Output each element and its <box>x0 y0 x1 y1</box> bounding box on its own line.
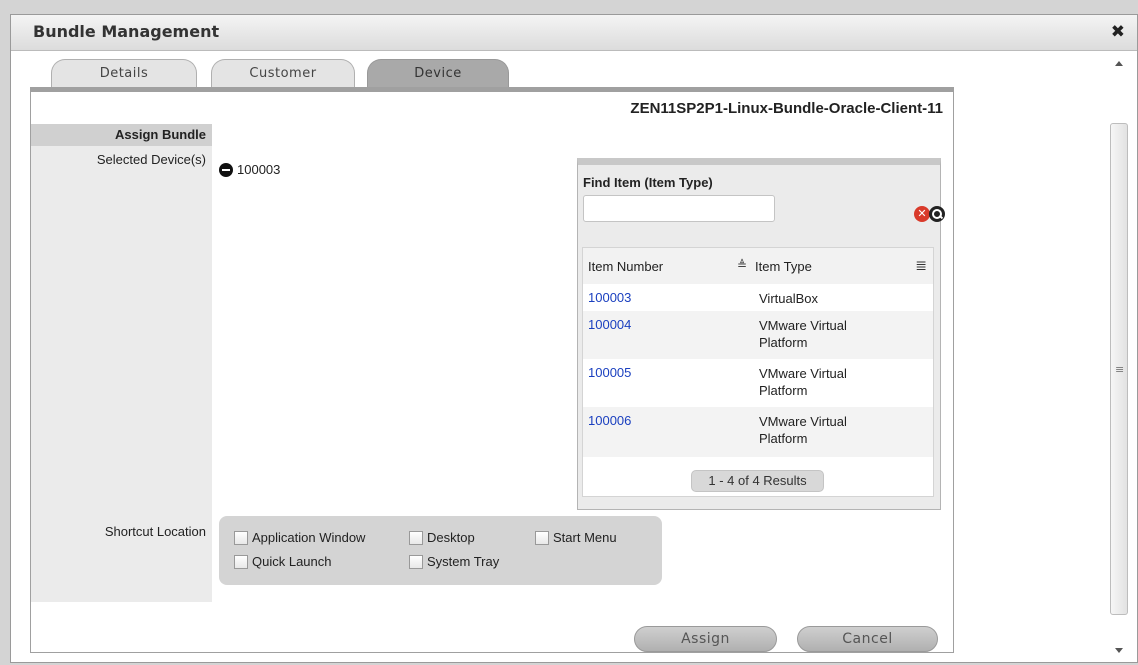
cancel-button[interactable]: Cancel <box>797 626 938 652</box>
option-quick-launch[interactable]: Quick Launch <box>234 554 332 569</box>
option-system-tray[interactable]: System Tray <box>409 554 499 569</box>
system-tray-checkbox[interactable] <box>409 554 423 569</box>
vertical-scrollbar[interactable]: ≡ <box>1109 59 1131 659</box>
table-row: 100003 VirtualBox <box>583 284 933 311</box>
bundle-management-dialog: Bundle Management ✖ Details Customer Dev… <box>10 14 1138 663</box>
device-tab-panel: ZEN11SP2P1-Linux-Bundle-Oracle-Client-11… <box>30 87 954 653</box>
search-icon[interactable] <box>929 206 945 222</box>
remove-device-icon[interactable] <box>219 162 233 177</box>
scroll-up-arrow-icon[interactable] <box>1115 61 1123 66</box>
item-results-table: Item Number ≜ Item Type ≣ 100003 Virtual… <box>582 247 934 497</box>
item-type: VMware Virtual Platform <box>759 414 847 446</box>
selected-devices-label: Selected Device(s) <box>96 152 206 167</box>
pagination-summary: 1 - 4 of 4 Results <box>691 470 824 492</box>
item-number-link[interactable]: 100004 <box>588 317 631 332</box>
scrollbar-thumb[interactable]: ≡ <box>1110 123 1128 615</box>
quick-launch-checkbox[interactable] <box>234 554 248 569</box>
option-application-window[interactable]: Application Window <box>234 530 365 545</box>
tab-device[interactable]: Device <box>367 59 509 87</box>
clear-search-icon[interactable]: ✕ <box>914 206 930 222</box>
dialog-titlebar: Bundle Management ✖ <box>11 15 1137 51</box>
column-header-item-type[interactable]: Item Type <box>755 259 812 274</box>
find-item-input[interactable] <box>583 195 775 222</box>
table-header: Item Number ≜ Item Type ≣ <box>583 248 933 284</box>
section-title: Assign Bundle <box>31 124 212 146</box>
item-type: VMware Virtual Platform <box>759 318 847 350</box>
option-desktop[interactable]: Desktop <box>409 530 475 545</box>
desktop-checkbox[interactable] <box>409 530 423 545</box>
selected-device: 100003 <box>219 162 280 177</box>
find-item-title: Find Item (Item Type) <box>583 175 713 190</box>
selected-device-number: 100003 <box>237 162 281 177</box>
grip-icon: ≡ <box>1115 363 1125 376</box>
table-row: 100004 VMware Virtual Platform <box>583 311 933 359</box>
find-item-panel: Find Item (Item Type) ✕ Item Number ≜ It… <box>577 158 945 510</box>
item-type: VMware Virtual Platform <box>759 366 847 398</box>
table-row: 100006 VMware Virtual Platform <box>583 407 933 457</box>
scroll-down-arrow-icon[interactable] <box>1115 648 1123 653</box>
start-menu-checkbox[interactable] <box>535 530 549 545</box>
tab-customer[interactable]: Customer <box>211 59 355 87</box>
shortcut-location-options: Application Window Desktop Start Menu Qu… <box>219 516 662 585</box>
application-window-checkbox[interactable] <box>234 530 248 545</box>
column-header-item-number[interactable]: Item Number <box>588 259 663 274</box>
close-icon[interactable]: ✖ <box>1111 22 1125 42</box>
item-number-link[interactable]: 100005 <box>588 365 631 380</box>
table-row: 100005 VMware Virtual Platform <box>583 359 933 407</box>
dialog-title: Bundle Management <box>33 22 220 41</box>
item-type: VirtualBox <box>759 291 819 306</box>
tab-details[interactable]: Details <box>51 59 197 87</box>
item-number-link[interactable]: 100006 <box>588 413 631 428</box>
assign-button[interactable]: Assign <box>634 626 777 652</box>
option-start-menu[interactable]: Start Menu <box>535 530 617 545</box>
shortcut-location-label: Shortcut Location <box>104 524 206 539</box>
bundle-name: ZEN11SP2P1-Linux-Bundle-Oracle-Client-11 <box>630 100 943 117</box>
column-menu-icon[interactable]: ≣ <box>915 257 927 274</box>
item-number-link[interactable]: 100003 <box>588 290 631 305</box>
sort-icon[interactable]: ≜ <box>737 258 747 272</box>
